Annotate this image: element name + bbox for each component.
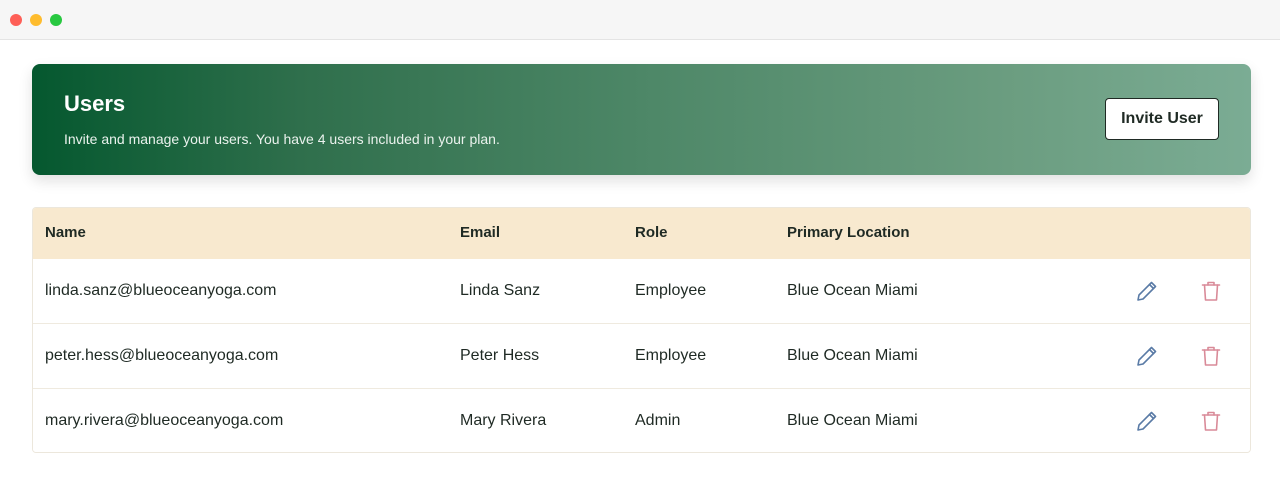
column-header-email: Email [460, 224, 501, 241]
page-subtitle: Invite and manage your users. You have 4… [64, 131, 500, 147]
invite-user-button[interactable]: Invite User [1105, 98, 1219, 140]
cell-name: peter.hess@blueoceanyoga.com [45, 347, 279, 364]
table-header-row: Name Email Role Primary Location [33, 208, 1250, 259]
trash-icon[interactable] [1199, 344, 1223, 368]
users-header-banner: Users Invite and manage your users. You … [32, 64, 1251, 175]
window-titlebar [0, 0, 1280, 40]
users-table: Name Email Role Primary Location linda.s… [32, 207, 1251, 453]
close-window-button[interactable] [10, 14, 22, 26]
cell-role: Employee [635, 347, 707, 364]
cell-email: Linda Sanz [460, 282, 541, 299]
trash-icon[interactable] [1199, 279, 1223, 303]
cell-email: Mary Rivera [460, 412, 547, 429]
cell-location: Blue Ocean Miami [787, 282, 918, 299]
pencil-icon[interactable] [1135, 344, 1159, 368]
maximize-window-button[interactable] [50, 14, 62, 26]
cell-name: mary.rivera@blueoceanyoga.com [45, 412, 284, 429]
table-row: peter.hess@blueoceanyoga.com Peter Hess … [33, 324, 1250, 389]
minimize-window-button[interactable] [30, 14, 42, 26]
column-header-primary-location: Primary Location [787, 224, 910, 241]
cell-location: Blue Ocean Miami [787, 412, 918, 429]
page-title: Users [64, 91, 126, 116]
column-header-name: Name [45, 224, 86, 241]
pencil-icon[interactable] [1135, 279, 1159, 303]
cell-location: Blue Ocean Miami [787, 347, 918, 364]
cell-role: Employee [635, 282, 707, 299]
table-row: mary.rivera@blueoceanyoga.com Mary River… [33, 389, 1250, 452]
table-row: linda.sanz@blueoceanyoga.com Linda Sanz … [33, 259, 1250, 324]
cell-role: Admin [635, 412, 681, 429]
cell-email: Peter Hess [460, 347, 540, 364]
column-header-role: Role [635, 224, 668, 241]
cell-name: linda.sanz@blueoceanyoga.com [45, 282, 277, 299]
trash-icon[interactable] [1199, 409, 1223, 433]
pencil-icon[interactable] [1135, 409, 1159, 433]
